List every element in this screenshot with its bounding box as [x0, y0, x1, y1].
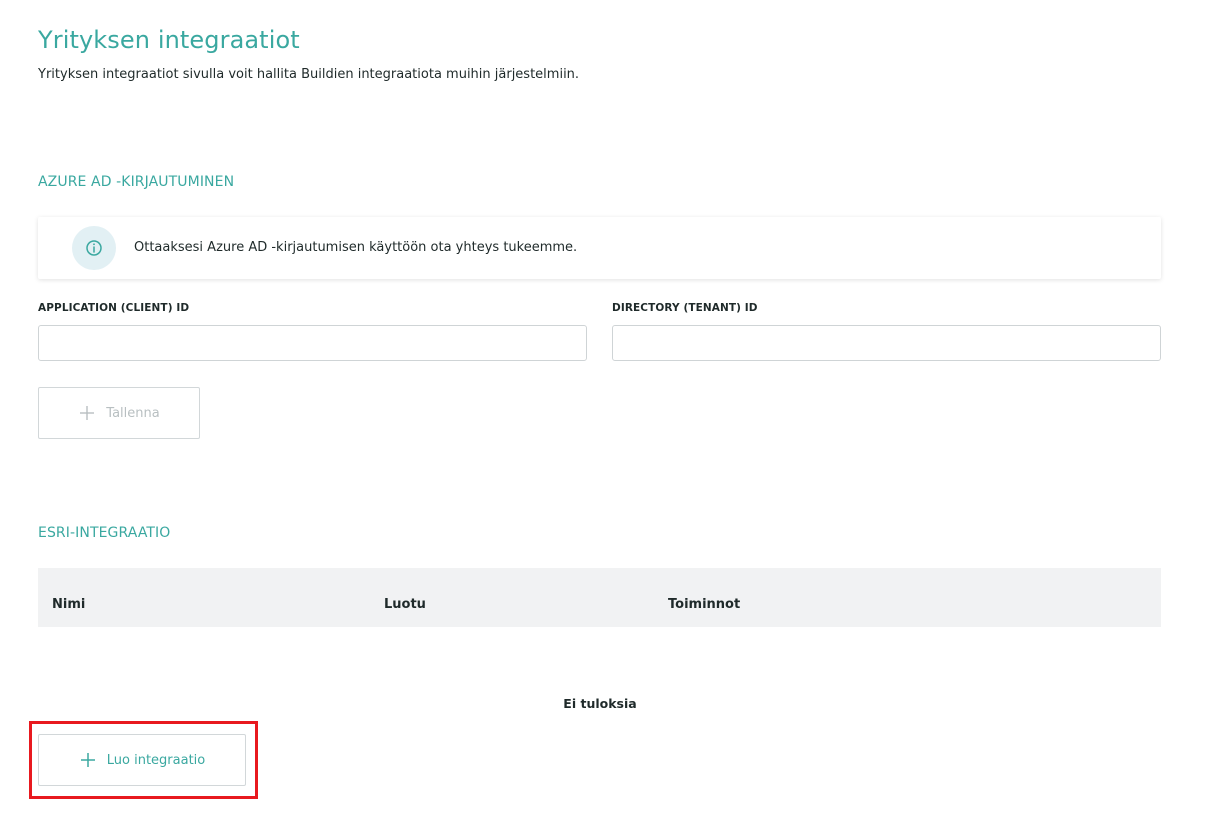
highlight-annotation — [29, 721, 258, 799]
tenant-id-input[interactable] — [612, 325, 1161, 361]
azure-section-title: AZURE AD -KIRJAUTUMINEN — [38, 174, 235, 190]
page-title: Yrityksen integraatiot — [38, 26, 300, 54]
column-header-actions: Toiminnot — [668, 597, 741, 612]
save-button-label: Tallenna — [106, 405, 160, 421]
azure-info-text: Ottaaksesi Azure AD -kirjautumisen käytt… — [134, 240, 578, 255]
info-icon — [72, 226, 116, 270]
client-id-label: APPLICATION (CLIENT) ID — [38, 302, 190, 314]
azure-info-box: Ottaaksesi Azure AD -kirjautumisen käytt… — [38, 217, 1161, 279]
page-description: Yrityksen integraatiot sivulla voit hall… — [38, 67, 580, 82]
client-id-input[interactable] — [38, 325, 587, 361]
column-header-name[interactable]: Nimi — [52, 597, 85, 612]
column-header-created[interactable]: Luotu — [384, 597, 426, 612]
empty-state-text: Ei tuloksia — [563, 696, 637, 711]
plus-icon — [80, 406, 95, 420]
esri-section-title: ESRI-INTEGRAATIO — [38, 525, 171, 541]
save-button[interactable]: Tallenna — [38, 387, 200, 439]
tenant-id-label: DIRECTORY (TENANT) ID — [612, 302, 758, 314]
esri-table-header: Nimi Luotu Toiminnot — [38, 568, 1161, 627]
